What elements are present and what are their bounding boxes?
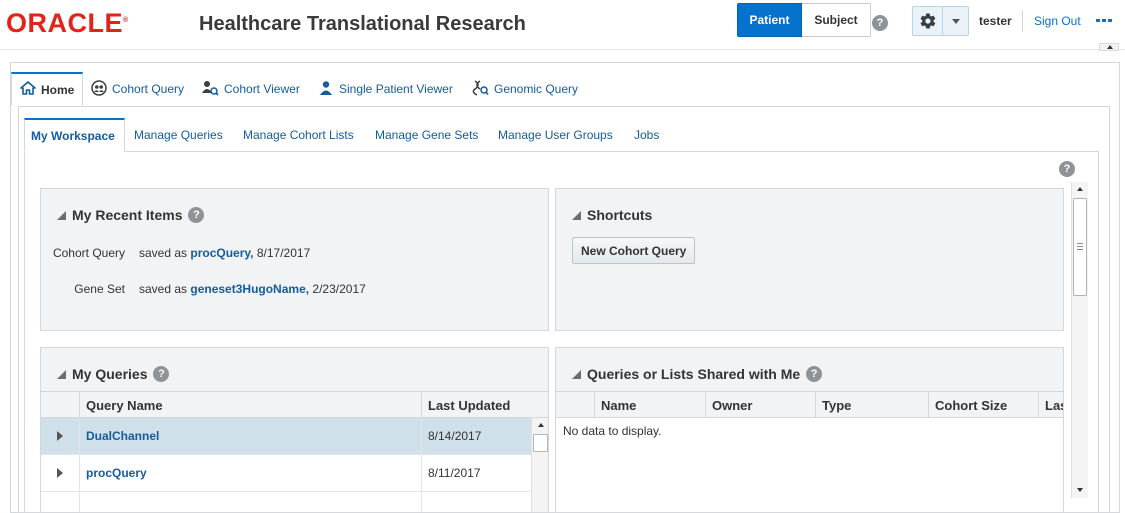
tab-cohort-query[interactable]: Cohort Query bbox=[91, 72, 184, 106]
cohort-query-icon bbox=[91, 79, 107, 99]
gear-icon[interactable] bbox=[913, 7, 943, 35]
tab-home-label: Home bbox=[41, 82, 75, 97]
shared-panel: Queries or Lists Shared with Me ? Name O… bbox=[555, 347, 1064, 513]
tab-single-patient-label: Single Patient Viewer bbox=[339, 82, 453, 96]
shortcuts-title: Shortcuts bbox=[587, 207, 653, 223]
column-header-query-name[interactable]: Query Name bbox=[79, 392, 421, 418]
single-patient-icon bbox=[318, 80, 334, 99]
recent-items-help-icon[interactable]: ? bbox=[188, 207, 205, 223]
recent-item-type: Gene Set bbox=[74, 282, 125, 296]
oracle-logo: ORACLE® bbox=[6, 8, 129, 38]
table-row[interactable]: DualChannel 8/14/2017 bbox=[41, 418, 531, 455]
sign-out-link[interactable]: Sign Out bbox=[1034, 14, 1081, 28]
workspace-help-icon[interactable]: ? bbox=[1059, 161, 1075, 177]
home-icon bbox=[20, 81, 36, 98]
expand-column-header bbox=[41, 392, 79, 418]
app-title: Healthcare Translational Research bbox=[199, 13, 526, 35]
shared-header-row: Name Owner Type Cohort Size Las bbox=[556, 391, 1063, 418]
column-header-last-updated[interactable]: Las bbox=[1038, 392, 1063, 418]
help-icon[interactable]: ? bbox=[872, 15, 888, 31]
new-cohort-query-button[interactable]: New Cohort Query bbox=[572, 237, 696, 264]
tab-genomic-query[interactable]: Genomic Query bbox=[472, 72, 578, 106]
recent-item-prefix: saved as bbox=[139, 246, 188, 260]
column-header-last-updated[interactable]: Last Updated bbox=[421, 392, 531, 418]
shared-help-icon[interactable]: ? bbox=[806, 366, 823, 382]
collapse-triangle-icon[interactable] bbox=[572, 369, 581, 379]
tab-cohort-viewer[interactable]: Cohort Viewer bbox=[202, 72, 300, 106]
my-queries-panel: My Queries ? Query Name Last Updated Dua… bbox=[40, 347, 549, 513]
expand-row-icon[interactable] bbox=[57, 431, 63, 441]
collapse-triangle-icon[interactable] bbox=[57, 369, 66, 379]
column-header-type[interactable]: Type bbox=[815, 392, 928, 418]
header-collapse-handle[interactable] bbox=[1099, 43, 1119, 51]
column-header-name[interactable]: Name bbox=[594, 392, 705, 418]
recent-item-prefix: saved as bbox=[139, 282, 188, 296]
column-header-cohort-size[interactable]: Cohort Size bbox=[928, 392, 1038, 418]
my-queries-table-body: DualChannel 8/14/2017 procQuery 8/11/201… bbox=[41, 418, 531, 512]
tab-home[interactable]: Home bbox=[11, 72, 84, 106]
recent-item-date: 8/17/2017 bbox=[256, 246, 311, 260]
subject-mode-button[interactable]: Subject bbox=[802, 3, 871, 37]
query-last-updated: 8/14/2017 bbox=[421, 418, 531, 454]
my-queries-title: My Queries bbox=[72, 366, 148, 382]
recent-item-row: Cohort Query saved as procQuery, 8/17/20… bbox=[43, 246, 310, 260]
my-queries-help-icon[interactable]: ? bbox=[153, 366, 170, 382]
my-queries-scrollbar[interactable] bbox=[531, 418, 548, 512]
recent-item-type: Cohort Query bbox=[52, 246, 125, 260]
tab-manage-user-groups[interactable]: Manage User Groups bbox=[498, 118, 613, 152]
user-name: tester bbox=[979, 14, 1012, 28]
tab-cohort-query-label: Cohort Query bbox=[112, 82, 185, 96]
settings-menu-button[interactable] bbox=[912, 6, 969, 36]
tab-manage-queries[interactable]: Manage Queries bbox=[134, 118, 223, 152]
query-last-updated: 8/11/2017 bbox=[421, 455, 531, 491]
genomic-query-icon bbox=[472, 79, 489, 99]
expand-row-icon[interactable] bbox=[57, 468, 63, 478]
query-name-link[interactable]: DualChannel bbox=[86, 429, 159, 443]
table-row bbox=[41, 492, 531, 512]
tab-my-workspace[interactable]: My Workspace bbox=[24, 118, 125, 152]
patient-mode-button[interactable]: Patient bbox=[737, 3, 802, 37]
collapse-triangle-icon[interactable] bbox=[572, 210, 581, 220]
tab-cohort-viewer-label: Cohort Viewer bbox=[224, 82, 300, 96]
tab-single-patient-viewer[interactable]: Single Patient Viewer bbox=[318, 72, 453, 106]
chevron-down-icon[interactable] bbox=[943, 7, 968, 35]
column-header-owner[interactable]: Owner bbox=[705, 392, 815, 418]
collapse-triangle-icon[interactable] bbox=[57, 210, 66, 220]
recent-items-title: My Recent Items bbox=[72, 207, 183, 223]
cohort-viewer-icon bbox=[202, 80, 219, 99]
shortcuts-panel: Shortcuts New Cohort Query bbox=[555, 188, 1064, 331]
tab-genomic-query-label: Genomic Query bbox=[494, 82, 579, 96]
overflow-menu-icon[interactable] bbox=[1096, 19, 1112, 22]
query-name-link[interactable]: procQuery bbox=[86, 466, 147, 480]
recent-items-panel: My Recent Items ? Cohort Query saved as … bbox=[40, 188, 549, 331]
recent-item-link[interactable]: geneset3HugoName, bbox=[190, 282, 309, 296]
table-row[interactable]: procQuery 8/11/2017 bbox=[41, 455, 531, 492]
recent-item-date: 2/23/2017 bbox=[312, 282, 366, 296]
empty-table-message: No data to display. bbox=[563, 424, 662, 438]
my-queries-header-row: Query Name Last Updated bbox=[41, 391, 548, 418]
workspace-scrollbar[interactable] bbox=[1071, 182, 1088, 498]
tab-manage-cohort-lists[interactable]: Manage Cohort Lists bbox=[243, 118, 354, 152]
recent-item-row: Gene Set saved as geneset3HugoName, 2/23… bbox=[43, 282, 366, 296]
recent-item-link[interactable]: procQuery, bbox=[190, 246, 253, 260]
shared-table-body: No data to display. bbox=[556, 418, 1063, 512]
app-header: ORACLE® Healthcare Translational Researc… bbox=[0, 0, 1125, 50]
tab-jobs[interactable]: Jobs bbox=[634, 118, 659, 152]
shared-title: Queries or Lists Shared with Me bbox=[587, 366, 801, 382]
tab-manage-gene-sets[interactable]: Manage Gene Sets bbox=[375, 118, 478, 152]
header-divider bbox=[1022, 10, 1023, 32]
